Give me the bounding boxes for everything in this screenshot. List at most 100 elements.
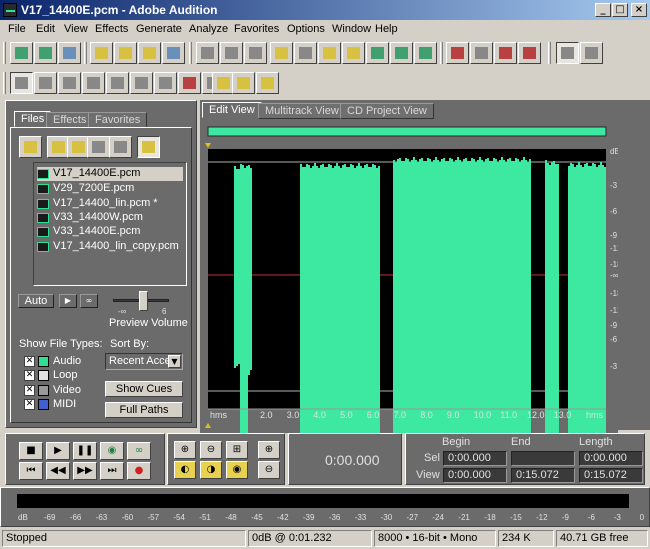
menu-favorites[interactable]: Favorites <box>234 23 279 35</box>
marquee-tool-icon[interactable] <box>580 42 603 64</box>
go-to-end-icon[interactable]: ⏭ <box>100 462 124 480</box>
spectral-view-icon[interactable] <box>494 42 517 64</box>
new-file-icon[interactable] <box>90 42 113 64</box>
toolbar-grip[interactable] <box>440 42 443 64</box>
time-panel-icon[interactable] <box>130 72 153 94</box>
go-to-start-icon[interactable]: ⏮ <box>19 462 43 480</box>
waveform-display[interactable]: hms 2.0 3.0 4.0 5.0 6.0 7.0 8.0 9.0 10.0 11.0 12.0 1… <box>200 120 618 433</box>
fast-forward-icon[interactable]: ▶▶ <box>73 462 97 480</box>
toolbar-grip[interactable] <box>189 42 192 64</box>
menu-options[interactable]: Options <box>287 23 325 35</box>
paste-new-icon[interactable] <box>342 42 365 64</box>
files-panel-icon[interactable] <box>10 72 33 94</box>
paste-icon[interactable] <box>318 42 341 64</box>
tab-effects[interactable]: Effects <box>46 112 94 128</box>
waveform-panel[interactable]: hms 2.0 3.0 4.0 5.0 6.0 7.0 8.0 9.0 10.0 11.0 12.0 1… <box>200 120 618 433</box>
auto-play-button[interactable]: Auto <box>18 294 54 308</box>
selection-panel-icon[interactable] <box>154 72 177 94</box>
autoplay-icon[interactable] <box>137 136 160 158</box>
trim-icon[interactable] <box>390 42 413 64</box>
start-marker-icon[interactable] <box>205 143 211 148</box>
rewind-icon[interactable]: ◀◀ <box>46 462 70 480</box>
menu-help[interactable]: Help <box>375 23 398 35</box>
view-length-field[interactable]: 0:15.072 <box>579 468 643 483</box>
preview-volume-slider-thumb[interactable] <box>139 291 149 311</box>
toolbar-grip[interactable] <box>3 42 6 64</box>
batch-icon[interactable] <box>232 72 255 94</box>
show-cues-button[interactable]: Show Cues <box>105 381 183 397</box>
tab-edit-view[interactable]: Edit View <box>202 102 262 118</box>
undo-icon[interactable] <box>196 42 219 64</box>
help-icon[interactable] <box>256 72 279 94</box>
record-icon[interactable]: ● <box>127 462 151 480</box>
loop-checkbox[interactable]: ✕ <box>24 370 35 381</box>
envelope-icon[interactable] <box>446 42 469 64</box>
menu-window[interactable]: Window <box>332 23 371 35</box>
toolbar-grip[interactable] <box>3 72 6 94</box>
loop-play-icon[interactable]: ∞ <box>127 442 151 460</box>
tab-multitrack-view[interactable]: Multitrack View <box>258 103 346 119</box>
play-icon[interactable]: ▶ <box>46 442 70 460</box>
level-meter-icon[interactable] <box>178 72 201 94</box>
audio-checkbox[interactable]: ✕ <box>24 356 35 367</box>
repeat-last-icon[interactable] <box>244 42 267 64</box>
menu-generate[interactable]: Generate <box>136 23 182 35</box>
end-marker-icon[interactable] <box>205 423 211 428</box>
pause-icon[interactable]: ❚❚ <box>73 442 97 460</box>
file-list[interactable]: V17_14400E.pcm V29_7200E.pcm V17_14400_l… <box>33 162 187 286</box>
video-checkbox[interactable]: ✕ <box>24 385 35 396</box>
redo-icon[interactable] <box>220 42 243 64</box>
stop-icon[interactable]: ■ <box>19 442 43 460</box>
open-file-icon[interactable] <box>114 42 137 64</box>
chevron-down-icon[interactable]: ▼ <box>168 355 181 368</box>
toolbar-grip[interactable] <box>548 42 551 64</box>
menu-analyze[interactable]: Analyze <box>189 23 228 35</box>
time-selection-tool-icon[interactable] <box>556 42 579 64</box>
cut-icon[interactable] <box>294 42 317 64</box>
save-icon[interactable] <box>162 42 185 64</box>
zoom-panel-icon[interactable] <box>106 72 129 94</box>
favorites-panel-icon[interactable] <box>58 72 81 94</box>
menu-edit[interactable]: Edit <box>36 23 55 35</box>
multitrack-icon[interactable] <box>34 42 57 64</box>
zoom-in-icon[interactable]: ⊕ <box>174 441 196 459</box>
copy-icon[interactable] <box>270 42 293 64</box>
loop-preview-icon[interactable]: ∞ <box>80 294 98 308</box>
effects-panel-icon[interactable] <box>34 72 57 94</box>
zoom-full-icon[interactable]: ⊞ <box>226 441 248 459</box>
sel-begin-field[interactable]: 0:00.000 <box>443 451 507 466</box>
zoom-out-icon[interactable]: ⊖ <box>200 441 222 459</box>
audition-app-icon[interactable] <box>3 3 17 17</box>
toolbar-grip[interactable] <box>84 42 87 64</box>
minimize-button[interactable]: _ <box>595 3 611 17</box>
view-begin-field[interactable]: 0:00.000 <box>443 468 507 483</box>
menu-view[interactable]: View <box>64 23 88 35</box>
sort-by-select[interactable]: Recent Acce ▼ <box>105 353 183 370</box>
zoom-out-vertical-icon[interactable]: ⊖ <box>258 461 280 479</box>
edit-view-icon[interactable] <box>10 42 33 64</box>
sel-end-field[interactable] <box>511 451 575 466</box>
cd-project-icon[interactable] <box>58 42 81 64</box>
frequency-analysis-icon[interactable] <box>518 42 541 64</box>
open-append-icon[interactable] <box>138 42 161 64</box>
full-paths-button[interactable]: Full Paths <box>105 402 183 418</box>
zoom-right-icon[interactable]: ◑ <box>200 461 222 479</box>
tab-cd-project-view[interactable]: CD Project View <box>340 103 434 119</box>
menu-effects[interactable]: Effects <box>95 23 128 35</box>
sel-length-field[interactable]: 0:00.000 <box>579 451 643 466</box>
open-file-icon[interactable] <box>19 136 42 158</box>
transport-panel-icon[interactable] <box>82 72 105 94</box>
play-to-end-icon[interactable]: ◉ <box>100 442 124 460</box>
insert-multitrack-icon[interactable] <box>109 136 132 158</box>
menu-file[interactable]: File <box>8 23 26 35</box>
maximize-button[interactable]: □ <box>612 3 628 17</box>
list-item[interactable]: V17_14400E.pcm <box>37 167 183 181</box>
mix-paste-icon[interactable] <box>366 42 389 64</box>
zoom-left-icon[interactable]: ◐ <box>174 461 196 479</box>
midi-checkbox[interactable]: ✕ <box>24 399 35 410</box>
overview-range-bar[interactable] <box>207 126 607 137</box>
silence-icon[interactable] <box>414 42 437 64</box>
play-preview-icon[interactable]: ▶ <box>59 294 77 308</box>
tab-favorites[interactable]: Favorites <box>88 112 148 128</box>
edit-file-icon[interactable] <box>87 136 110 158</box>
